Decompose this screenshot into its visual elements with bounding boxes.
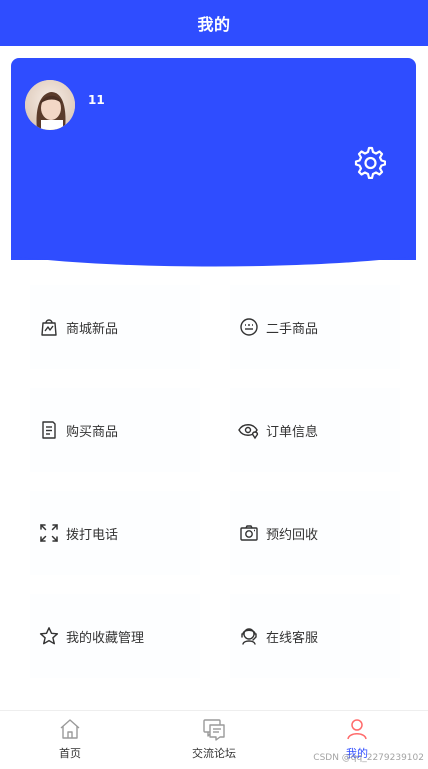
menu-item-label: 拨打电话 [66,527,119,543]
star-icon [38,625,60,647]
menu-grid: 商城新品 二手商品 购买商品 订单信息 拨打电话 预约回收 我的收藏管理 在线客… [0,273,428,703]
gear-icon[interactable] [352,145,386,179]
menu-item-label: 在线客服 [266,630,319,646]
eye-location-icon [238,419,260,441]
menu-item-second-hand[interactable]: 二手商品 [230,285,400,369]
customer-service-icon [238,625,260,647]
menu-item-label: 商城新品 [66,321,119,337]
bottom-tab-bar: 首页 交流论坛 我的 CSDN @qq_2279239102 [0,710,428,769]
shopping-bag-icon [38,316,60,338]
page-title: 我的 [197,15,231,34]
tab-home[interactable]: 首页 [25,717,115,769]
avatar-photo [25,80,75,130]
tab-label: 首页 [59,747,81,760]
camera-icon [238,522,260,544]
person-icon [347,719,367,740]
watermark-text: CSDN @qq_2279239102 [313,753,424,763]
menu-item-label: 我的收藏管理 [66,630,145,646]
menu-item-label: 预约回收 [266,527,319,543]
tab-label: 交流论坛 [192,747,236,760]
top-app-bar: 我的 [0,0,428,46]
keyboard-icon [238,316,260,338]
menu-item-label: 购买商品 [66,424,119,440]
menu-item-favorites[interactable]: 我的收藏管理 [30,594,200,678]
menu-item-customer-service[interactable]: 在线客服 [230,594,400,678]
menu-item-new-products[interactable]: 商城新品 [30,285,200,369]
menu-item-buy-products[interactable]: 购买商品 [30,388,200,472]
username: 11 [88,93,105,107]
fullscreen-icon [38,522,60,544]
menu-item-order-info[interactable]: 订单信息 [230,388,400,472]
profile-card: 11 [11,58,416,267]
forum-icon [203,719,225,741]
menu-item-recycle-booking[interactable]: 预约回收 [230,491,400,575]
menu-item-label: 二手商品 [266,321,319,337]
card-bottom-curve [11,250,416,267]
avatar[interactable] [25,80,75,130]
tab-forum[interactable]: 交流论坛 [169,717,259,769]
menu-item-call[interactable]: 拨打电话 [30,491,200,575]
home-icon [60,719,80,739]
document-list-icon [38,419,60,441]
menu-item-label: 订单信息 [266,424,319,440]
